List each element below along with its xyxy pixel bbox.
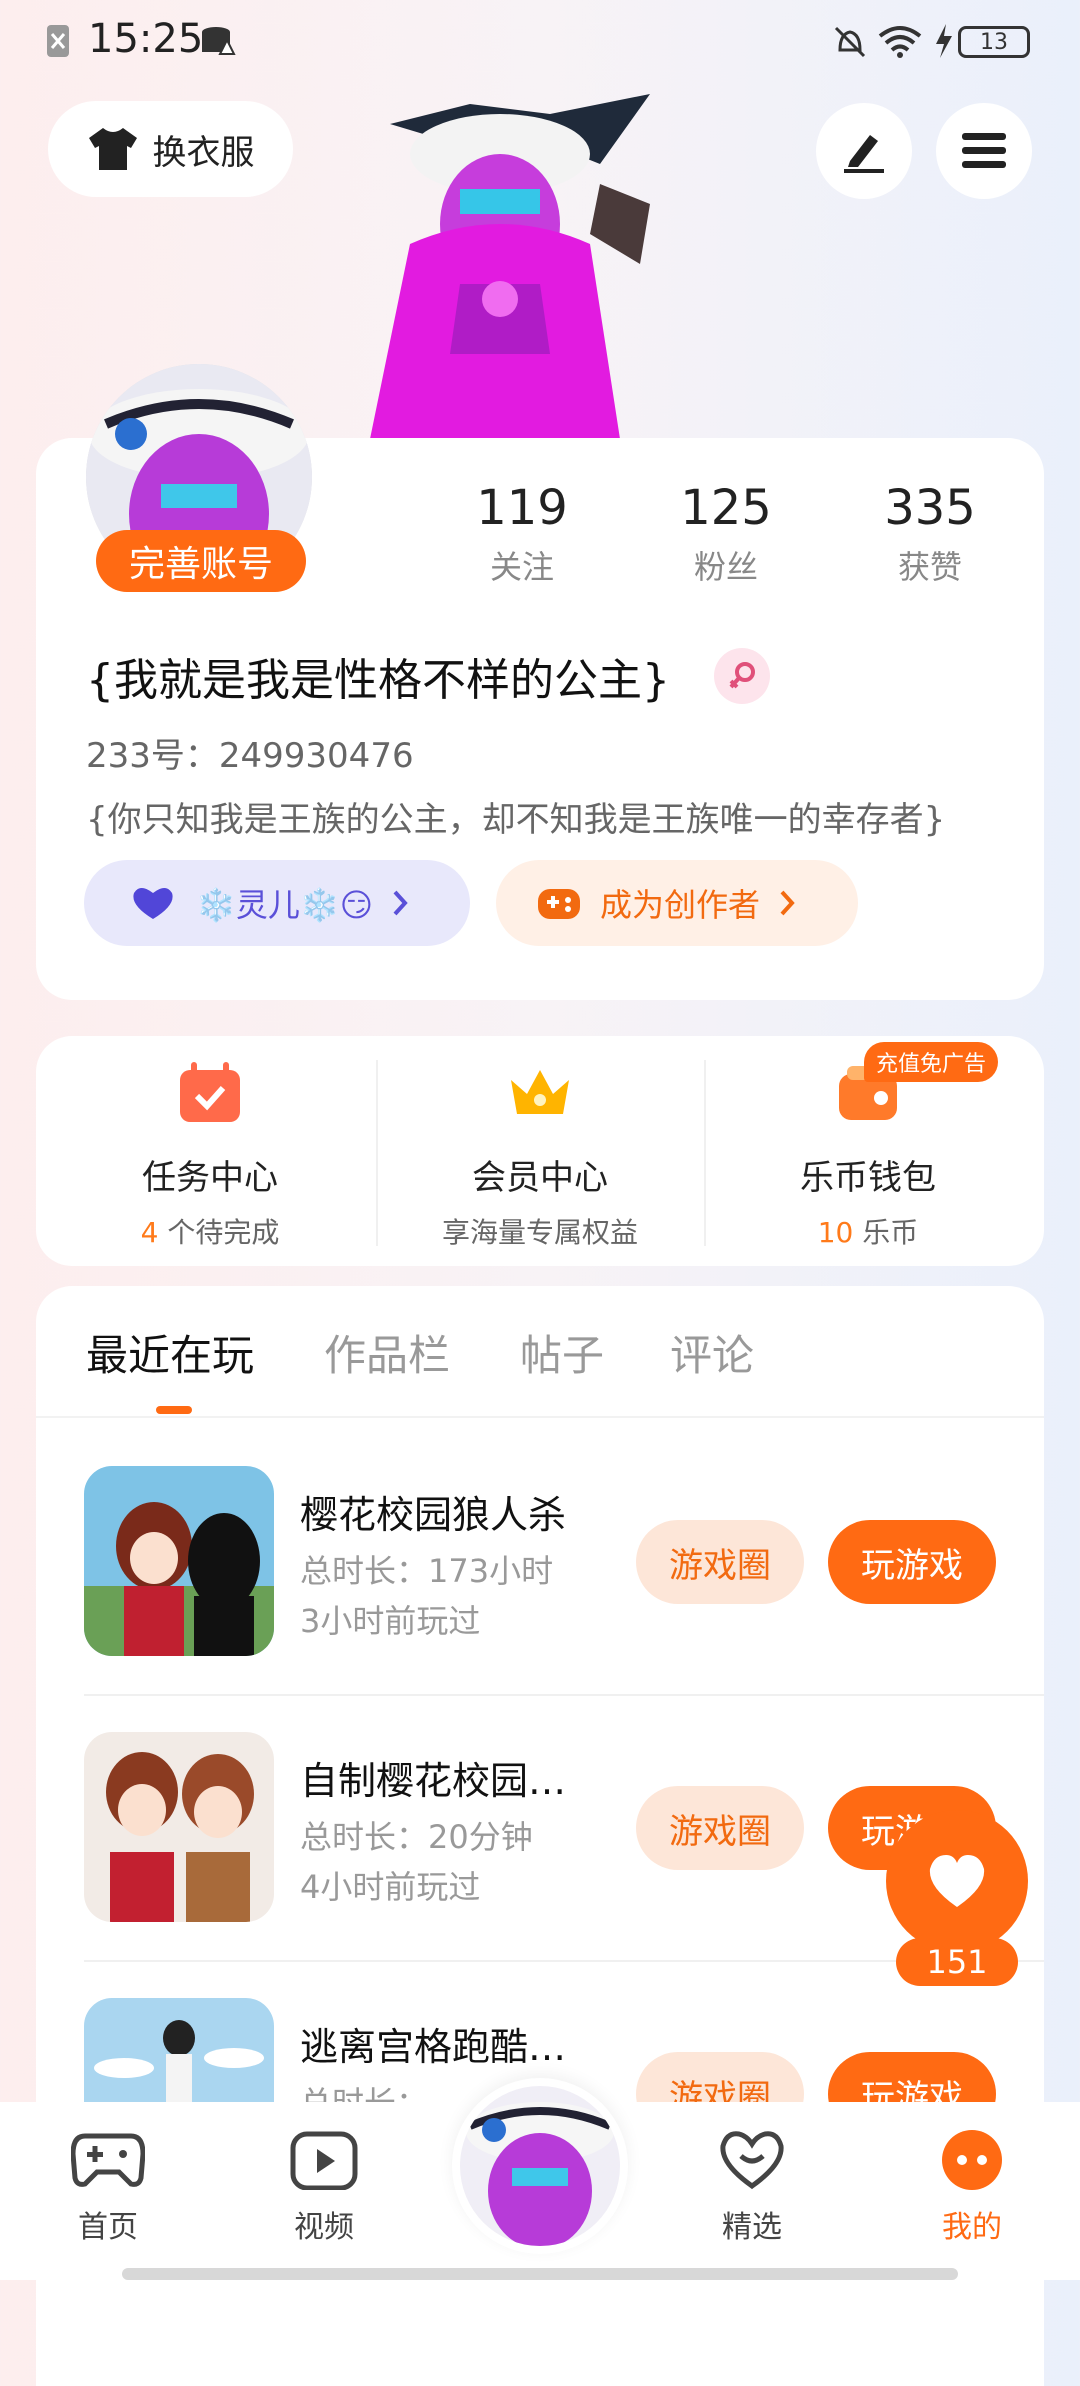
stat-followers[interactable]: 125 粉丝 — [656, 480, 796, 588]
tab-indicator — [156, 1406, 192, 1414]
play-game-button[interactable]: 玩游戏 — [828, 1520, 996, 1604]
member-center-title: 会员中心 — [472, 1158, 608, 1198]
stat-label: 粉丝 — [693, 548, 758, 586]
gamepad-icon — [70, 2133, 146, 2187]
play-game-button[interactable]: 玩游戏 — [828, 2052, 996, 2102]
fan-club-label: ❄️灵儿❄️😏 — [196, 886, 374, 924]
fan-club-chip[interactable]: ❄️灵儿❄️😏 — [84, 860, 470, 946]
member-center-sub: 享海量专属权益 — [441, 1216, 638, 1249]
become-creator-label: 成为创作者 — [600, 886, 761, 924]
notification-icon — [47, 25, 69, 57]
gamepad-icon — [538, 889, 580, 919]
divider — [84, 1694, 1044, 1696]
stat-value: 335 — [884, 480, 976, 536]
stat-likes[interactable]: 335 获赞 — [860, 480, 1000, 588]
game-duration: 总时长：173小时 — [300, 1552, 554, 1590]
nav-featured-label: 精选 — [722, 2210, 782, 2245]
mute-bell-icon — [834, 26, 866, 58]
nav-me[interactable]: 我的 — [912, 2130, 1032, 2246]
nav-home-label: 首页 — [78, 2210, 138, 2245]
game-title: 樱花校园狼人杀 — [300, 1493, 567, 1537]
crown-icon — [511, 1070, 569, 1114]
game-duration: 总时长： — [300, 2078, 428, 2102]
become-creator-chip[interactable]: 成为创作者 — [496, 860, 858, 946]
ad-free-badge[interactable]: 充值免广告 — [864, 1042, 998, 1082]
task-center[interactable]: 任务中心 4 个待完成 — [46, 1060, 374, 1250]
battery-icon: 13 — [958, 26, 1030, 58]
change-outfit-label: 换衣服 — [152, 132, 255, 173]
game-title: 逃离宫格跑酷… — [300, 2025, 567, 2069]
pencil-icon — [844, 135, 884, 173]
complete-account-button[interactable]: 完善账号 — [96, 530, 306, 592]
game-thumbnail — [84, 1998, 274, 2102]
status-bar: 15:25 13 — [0, 0, 1080, 84]
nickname: {我就是我是性格不样的公主} — [86, 655, 670, 706]
tab-posts[interactable]: 帖子 — [520, 1322, 604, 1383]
heart-outline-icon — [720, 2131, 784, 2190]
home-indicator[interactable] — [122, 2268, 958, 2280]
game-thumbnail — [84, 1466, 274, 1656]
game-circle-button[interactable]: 游戏圈 — [636, 1520, 804, 1604]
coin-wallet-sub: 10 乐币 — [817, 1216, 919, 1249]
member-center[interactable]: 会员中心 享海量专属权益 — [376, 1060, 704, 1250]
center-avatar-button[interactable] — [452, 2078, 628, 2254]
edit-button[interactable] — [816, 103, 912, 199]
tab-comments[interactable]: 评论 — [670, 1322, 754, 1383]
like-button[interactable] — [886, 1810, 1028, 1952]
avatar-character — [370, 94, 650, 439]
status-time: 15:25 — [88, 16, 204, 62]
menu-button[interactable] — [936, 103, 1032, 199]
data-saver-icon — [202, 27, 236, 55]
tab-works[interactable]: 作品栏 — [324, 1322, 450, 1383]
stat-label: 获赞 — [897, 548, 962, 586]
game-circle-button[interactable]: 游戏圈 — [636, 2052, 804, 2102]
nav-video-label: 视频 — [294, 2210, 354, 2245]
nav-video[interactable]: 视频 — [264, 2130, 384, 2246]
stat-label: 关注 — [489, 548, 554, 586]
list-item[interactable]: 樱花校园狼人杀 总时长：173小时 3小时前玩过 游戏圈 玩游戏 — [84, 1466, 1044, 1732]
charging-icon — [936, 24, 952, 58]
play-icon — [290, 2131, 358, 2191]
like-count: 151 — [896, 1938, 1018, 1986]
calendar-check-icon — [180, 1062, 240, 1122]
heart-icon — [929, 1855, 985, 1907]
stat-value: 125 — [680, 480, 772, 536]
game-last-played: 4小时前玩过 — [300, 1868, 481, 1906]
avatar-image — [460, 2086, 620, 2246]
chevron-right-icon — [393, 890, 408, 916]
stat-following[interactable]: 119 关注 — [452, 480, 592, 588]
user-id: 233号：249930476 — [86, 736, 414, 776]
change-outfit-button[interactable]: 换衣服 — [48, 101, 293, 197]
tab-recent[interactable]: 最近在玩 — [86, 1322, 254, 1383]
task-center-sub: 4 个待完成 — [140, 1216, 280, 1249]
game-last-played: 3小时前玩过 — [300, 1602, 481, 1640]
tshirt-icon — [88, 128, 137, 170]
tab-divider — [36, 1416, 1044, 1418]
coin-wallet-title: 乐币钱包 — [800, 1158, 936, 1198]
female-icon — [714, 648, 770, 704]
game-thumbnail — [84, 1732, 274, 1922]
game-title: 自制樱花校园… — [300, 1759, 567, 1803]
wifi-icon — [878, 26, 922, 58]
menu-icon — [962, 133, 1006, 168]
face-icon — [942, 2130, 1002, 2190]
bio: {你只知我是王族的公主，却不知我是王族唯一的幸存者} — [86, 800, 946, 840]
chevron-right-icon — [780, 890, 795, 916]
heart-icon — [133, 888, 173, 919]
game-duration: 总时长：20分钟 — [300, 1818, 533, 1856]
coin-wallet[interactable]: 乐币钱包 10 乐币 — [704, 1060, 1032, 1250]
task-center-title: 任务中心 — [142, 1158, 278, 1198]
game-circle-button[interactable]: 游戏圈 — [636, 1786, 804, 1870]
nav-home[interactable]: 首页 — [48, 2130, 168, 2246]
stat-value: 119 — [476, 480, 568, 536]
nav-me-label: 我的 — [942, 2210, 1002, 2245]
nav-featured[interactable]: 精选 — [692, 2130, 812, 2246]
